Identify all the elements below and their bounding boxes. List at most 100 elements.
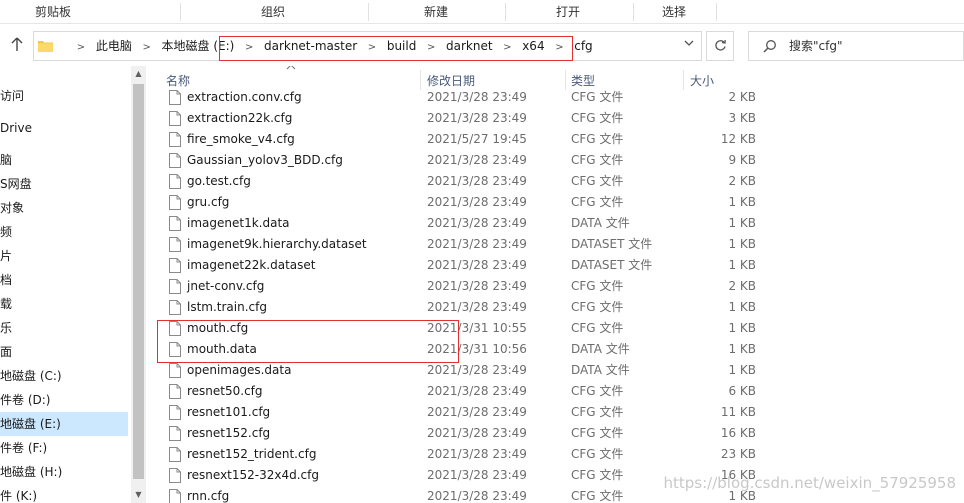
table-row[interactable]: go.test.cfg 2021/3/28 23:49 CFG 文件 2 KB — [150, 171, 964, 192]
table-row[interactable]: Gaussian_yolov3_BDD.cfg 2021/3/28 23:49 CF… — [150, 150, 964, 171]
chevron-right-icon[interactable]: > — [363, 34, 381, 62]
breadcrumb-item-drive-e[interactable]: 本地磁盘 (E:) — [160, 32, 237, 60]
sidebar-item[interactable]: 脑 — [0, 148, 128, 172]
refresh-icon — [714, 39, 726, 51]
file-modified-date: 2021/3/28 23:49 — [427, 237, 527, 251]
search-input-placeholder[interactable]: 搜索"cfg" — [789, 32, 842, 60]
sidebar-item[interactable]: 乐 — [0, 316, 128, 340]
sidebar-item[interactable]: S网盘 — [0, 172, 128, 196]
sidebar-item[interactable]: 地磁盘 (H:) — [0, 460, 128, 484]
ribbon-group-select: 选择 — [661, 5, 686, 19]
sidebar-item[interactable]: 载 — [0, 292, 128, 316]
file-name: openimages.data — [187, 363, 292, 377]
file-icon — [169, 195, 181, 210]
sidebar-item-label: 地磁盘 (C:) — [0, 369, 62, 383]
file-modified-date: 2021/3/28 23:49 — [427, 300, 527, 314]
sidebar-item[interactable]: 对象 — [0, 196, 128, 220]
chevron-right-icon[interactable]: > — [138, 34, 156, 62]
watermark: https://blog.csdn.net/weixin_57925958 — [663, 474, 956, 492]
table-row[interactable]: extraction22k.cfg 2021/3/28 23:49 CFG 文件 3 … — [150, 108, 964, 129]
sidebar-item[interactable]: 面 — [0, 340, 128, 364]
file-modified-date: 2021/3/28 23:49 — [427, 216, 527, 230]
sidebar-item[interactable]: 频 — [0, 220, 128, 244]
table-row[interactable]: mouth.data 2021/3/31 10:56 DATA 文件 1 KB — [150, 339, 964, 360]
file-size: 1 KB — [728, 363, 756, 377]
sidebar-item[interactable]: 件 (K:) — [0, 484, 128, 503]
sidebar-item[interactable]: 地磁盘 (C:) — [0, 364, 128, 388]
address-bar[interactable]: > 此电脑 > 本地磁盘 (E:) > darknet-master > bui… — [33, 31, 702, 61]
file-type: CFG 文件 — [571, 300, 624, 314]
file-name: fire_smoke_v4.cfg — [187, 132, 295, 146]
sidebar-item-label: 频 — [0, 225, 13, 239]
sidebar-item[interactable]: 访问 — [0, 84, 128, 108]
file-icon — [169, 216, 181, 231]
table-row[interactable]: extraction.conv.cfg 2021/3/28 23:49 CFG 文件… — [150, 87, 964, 108]
file-modified-date: 2021/3/28 23:49 — [427, 195, 527, 209]
breadcrumb-item-darknet[interactable]: darknet — [444, 32, 495, 60]
table-row[interactable]: jnet-conv.cfg 2021/3/28 23:49 CFG 文件 2 KB — [150, 276, 964, 297]
table-row[interactable]: resnet101.cfg 2021/3/28 23:49 CFG 文件 11 KB — [150, 402, 964, 423]
sidebar-item-label: 脑 — [0, 153, 13, 167]
file-icon — [169, 132, 181, 147]
file-modified-date: 2021/3/28 23:49 — [427, 153, 527, 167]
sort-up-icon — [286, 66, 296, 72]
file-icon — [169, 153, 181, 168]
chevron-right-icon[interactable]: > — [422, 34, 440, 62]
chevron-right-icon[interactable]: > — [550, 34, 568, 62]
scroll-down-icon[interactable]: ▼ — [131, 487, 146, 503]
breadcrumb: > 此电脑 > 本地磁盘 (E:) > darknet-master > bui… — [72, 32, 595, 60]
file-icon — [169, 321, 181, 336]
table-row[interactable]: imagenet22k.dataset 2021/3/28 23:49 DATASE… — [150, 255, 964, 276]
search-box[interactable]: 搜索"cfg" — [748, 31, 964, 61]
file-type: CFG 文件 — [571, 279, 624, 293]
file-size: 2 KB — [728, 174, 756, 188]
breadcrumb-item-cfg[interactable]: cfg — [572, 32, 594, 60]
chevron-down-icon[interactable] — [681, 38, 697, 54]
table-row[interactable]: imagenet9k.hierarchy.dataset 2021/3/28 23… — [150, 234, 964, 255]
up-arrow-icon[interactable] — [10, 36, 26, 54]
file-size: 1 KB — [728, 216, 756, 230]
file-name: resnet101.cfg — [187, 405, 271, 419]
sidebar-item[interactable]: Drive — [0, 116, 128, 140]
breadcrumb-item-build[interactable]: build — [385, 32, 419, 60]
sidebar-item[interactable]: 片 — [0, 244, 128, 268]
table-row[interactable]: resnet50.cfg 2021/3/28 23:49 CFG 文件 6 KB — [150, 381, 964, 402]
table-row[interactable]: openimages.data 2021/3/28 23:49 DATA 文件 1 K… — [150, 360, 964, 381]
sidebar-item[interactable]: 档 — [0, 268, 128, 292]
file-modified-date: 2021/3/28 23:49 — [427, 174, 527, 188]
breadcrumb-item-this-pc[interactable]: 此电脑 — [94, 32, 134, 60]
table-row[interactable]: mouth.cfg 2021/3/31 10:55 CFG 文件 1 KB — [150, 318, 964, 339]
file-name: extraction22k.cfg — [187, 111, 293, 125]
file-type: DATA 文件 — [571, 342, 630, 356]
sidebar-item[interactable]: 件卷 (D:) — [0, 388, 128, 412]
file-type: DATASET 文件 — [571, 237, 653, 251]
table-row[interactable]: imagenet1k.data 2021/3/28 23:49 DATA 文件 1 K… — [150, 213, 964, 234]
breadcrumb-item-x64[interactable]: x64 — [520, 32, 546, 60]
file-name: jnet-conv.cfg — [187, 279, 265, 293]
refresh-button[interactable] — [706, 31, 734, 61]
table-row[interactable]: resnet152.cfg 2021/3/28 23:49 CFG 文件 16 KB — [150, 423, 964, 444]
file-size: 2 KB — [728, 279, 756, 293]
sidebar-item[interactable]: 件卷 (F:) — [0, 436, 128, 460]
file-size: 12 KB — [720, 132, 756, 146]
file-size: 9 KB — [728, 153, 756, 167]
table-row[interactable]: lstm.train.cfg 2021/3/28 23:49 CFG 文件 1 KB — [150, 297, 964, 318]
chevron-right-icon[interactable]: > — [72, 34, 90, 62]
file-modified-date: 2021/3/28 23:49 — [427, 279, 527, 293]
chevron-right-icon[interactable]: > — [240, 34, 258, 62]
file-name: resnet50.cfg — [187, 384, 263, 398]
table-row[interactable]: fire_smoke_v4.cfg 2021/5/27 19:45 CFG 文件 12… — [150, 129, 964, 150]
sidebar-item[interactable]: 地磁盘 (E:) — [0, 412, 128, 436]
file-modified-date: 2021/3/28 23:49 — [427, 363, 527, 377]
nav-scrollbar[interactable]: ▲ ▼ — [131, 66, 146, 503]
scroll-up-icon[interactable]: ▲ — [131, 66, 146, 82]
table-row[interactable]: gru.cfg 2021/3/28 23:49 CFG 文件 1 KB — [150, 192, 964, 213]
table-row[interactable]: resnet152_trident.cfg 2021/3/28 23:49 CFG … — [150, 444, 964, 465]
breadcrumb-item-darknet-master[interactable]: darknet-master — [262, 32, 359, 60]
file-icon — [169, 237, 181, 252]
search-icon — [763, 40, 776, 53]
file-type: CFG 文件 — [571, 468, 624, 482]
nav-scrollbar-thumb[interactable] — [133, 84, 144, 479]
chevron-right-icon[interactable]: > — [498, 34, 516, 62]
file-name: Gaussian_yolov3_BDD.cfg — [187, 153, 343, 167]
